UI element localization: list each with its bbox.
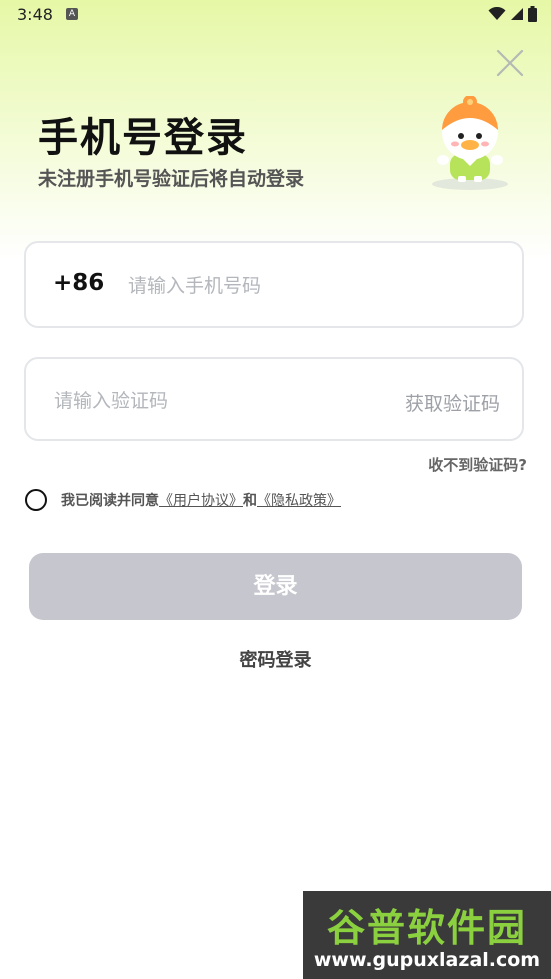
no-code-link[interactable]: 收不到验证码? [428,454,527,475]
page-subtitle: 未注册手机号验证后将自动登录 [38,168,305,190]
login-button[interactable]: 登录 [29,553,522,620]
wifi-icon [488,7,506,20]
watermark: 谷普软件园 www.gupuxlazal.com [303,891,551,979]
privacy-policy-link[interactable]: 《隐私政策》 [257,490,341,510]
signal-icon [511,8,523,20]
page-title: 手机号登录 [38,115,248,161]
phone-input[interactable] [126,265,500,307]
password-login-link[interactable]: 密码登录 [0,646,551,672]
status-icons [488,6,537,22]
country-code[interactable]: +86 [53,270,104,296]
agreement-and: 和 [243,493,257,509]
watermark-url: www.gupuxlazal.com [313,949,541,971]
app-notification-icon: A [66,8,78,20]
agreement-checkbox[interactable] [25,489,47,511]
battery-icon [528,6,537,22]
get-code-button[interactable]: 获取验证码 [405,389,500,416]
status-bar: 3:48 A [0,0,551,30]
phone-field: +86 [24,241,524,328]
close-button[interactable] [495,48,525,78]
verification-code-input[interactable] [52,380,356,422]
watermark-title: 谷普软件园 [326,906,527,950]
agreement-prefix: 我已阅读并同意 [61,493,159,509]
user-agreement-link[interactable]: 《用户协议》 [159,490,243,510]
status-time: 3:48 [17,5,53,24]
duck-mascot-illustration [432,96,508,190]
close-icon [496,49,524,77]
code-field: 获取验证码 [24,357,524,441]
agreement-row: 我已阅读并同意 《用户协议》 和 《隐私政策》 [25,488,341,512]
